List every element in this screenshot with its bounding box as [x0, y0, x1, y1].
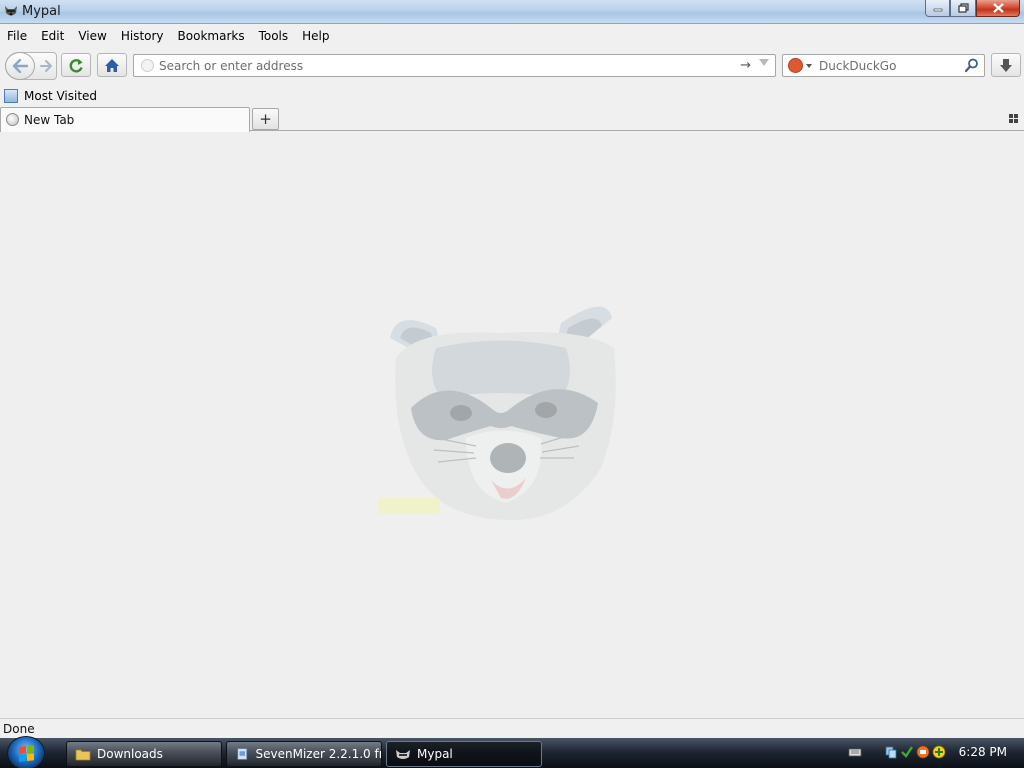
bookmarks-toolbar: Most Visited	[0, 86, 1024, 106]
task-label: Mypal	[417, 747, 453, 761]
home-icon	[105, 58, 119, 72]
task-label: SevenMizer 2.2.1.0 fr...	[255, 747, 382, 761]
network-icon[interactable]	[884, 745, 898, 759]
taskbar-item-downloads[interactable]: Downloads	[66, 741, 222, 767]
forward-button[interactable]	[37, 57, 55, 75]
back-forward-group	[5, 52, 57, 80]
plus-icon: +	[259, 110, 272, 128]
menu-edit[interactable]: Edit	[34, 25, 71, 47]
reload-button[interactable]	[61, 53, 91, 77]
mypal-raccoon-icon	[5, 6, 17, 16]
close-icon	[992, 3, 1004, 13]
search-icon[interactable]	[965, 58, 979, 73]
reload-icon	[69, 58, 83, 72]
window-controls	[925, 0, 1020, 17]
minimize-icon	[933, 8, 942, 12]
taskbar-clock[interactable]: 6:28 PM	[959, 745, 1007, 759]
menu-bar: File Edit View History Bookmarks Tools H…	[0, 25, 1024, 47]
most-visited-folder-icon	[4, 89, 18, 103]
mypal-raccoon-logo	[378, 306, 616, 521]
tab-strip: New Tab +	[0, 106, 1024, 132]
search-input[interactable]	[819, 58, 959, 74]
menu-view[interactable]: View	[71, 25, 113, 47]
menu-file[interactable]: File	[0, 25, 34, 47]
restore-button[interactable]	[950, 0, 976, 17]
title-bar: Mypal	[0, 0, 1024, 24]
history-dropdown-icon[interactable]	[759, 59, 769, 66]
page-content	[0, 132, 1024, 718]
address-bar[interactable]: →	[133, 54, 776, 77]
volume-icon[interactable]	[932, 745, 946, 759]
window-title: Mypal	[22, 4, 61, 19]
address-input[interactable]	[159, 58, 719, 74]
taskbar: Downloads SevenMizer 2.2.1.0 fr... Mypal…	[0, 736, 1024, 768]
system-tray: 6:28 PM	[844, 738, 1024, 768]
download-arrow-icon	[1000, 58, 1012, 72]
menu-help[interactable]: Help	[295, 25, 336, 47]
folder-icon	[75, 749, 91, 761]
duckduckgo-engine-icon[interactable]	[788, 58, 803, 73]
back-button[interactable]	[5, 52, 35, 80]
engine-dropdown-icon[interactable]	[806, 64, 812, 68]
windows-logo-icon	[19, 745, 35, 762]
update-shield-icon[interactable]	[916, 745, 930, 759]
tab-label: New Tab	[24, 113, 75, 127]
status-text: Done	[3, 722, 35, 736]
forward-arrow-icon	[39, 60, 52, 72]
task-label: Downloads	[97, 747, 163, 761]
start-button[interactable]	[7, 736, 45, 768]
menu-history[interactable]: History	[114, 25, 171, 47]
menu-tools[interactable]: Tools	[252, 25, 296, 47]
new-tab-button[interactable]: +	[252, 108, 279, 130]
bookmark-label: Most Visited	[24, 89, 98, 103]
navigation-toolbar: →	[0, 47, 1024, 85]
installer-icon	[237, 748, 248, 760]
go-arrow-icon[interactable]: →	[740, 58, 751, 73]
keyboard-icon[interactable]	[848, 745, 862, 759]
downloads-button[interactable]	[991, 53, 1021, 77]
back-arrow-icon	[12, 59, 28, 73]
globe-icon	[6, 113, 19, 126]
search-bar[interactable]	[782, 54, 985, 77]
taskbar-item-mypal[interactable]: Mypal	[386, 741, 542, 767]
tab-groups-icon[interactable]	[1009, 114, 1018, 123]
restore-icon	[957, 3, 969, 13]
site-identity-icon[interactable]	[141, 59, 154, 72]
home-button[interactable]	[97, 53, 127, 77]
taskbar-item-sevenmizer[interactable]: SevenMizer 2.2.1.0 fr...	[226, 741, 382, 767]
close-window-button[interactable]	[976, 0, 1020, 17]
mypal-icon	[396, 750, 410, 759]
bookmark-most-visited[interactable]: Most Visited	[4, 88, 97, 104]
tab-new-tab[interactable]: New Tab	[0, 107, 250, 132]
status-bar: Done	[0, 718, 1024, 738]
security-check-icon[interactable]	[900, 745, 914, 759]
minimize-button[interactable]	[925, 0, 950, 17]
menu-bookmarks[interactable]: Bookmarks	[171, 25, 252, 47]
